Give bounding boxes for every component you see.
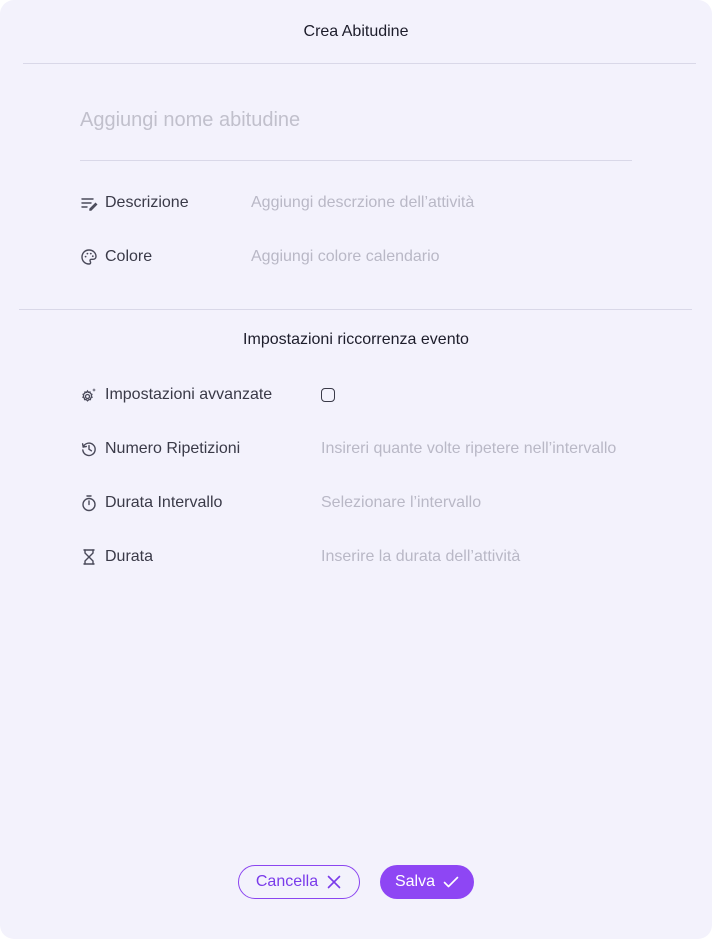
color-label: Colore xyxy=(105,248,153,265)
palette-icon xyxy=(80,248,98,266)
advanced-settings-checkbox[interactable] xyxy=(321,388,335,402)
description-row: Descrizione xyxy=(80,191,631,215)
cancel-button[interactable]: Cancella xyxy=(238,865,360,899)
color-row: Colore xyxy=(80,245,631,269)
edit-lines-icon xyxy=(80,194,98,212)
repetitions-row: Numero Ripetizioni xyxy=(80,437,666,461)
recurrence-section-title: Impostazioni riccorrenza evento xyxy=(243,331,469,348)
advanced-settings-label: Impostazioni avvanzate xyxy=(105,386,273,403)
close-icon xyxy=(327,875,341,889)
habit-name-input[interactable] xyxy=(80,104,632,136)
duration-row: Durata xyxy=(80,545,666,569)
create-habit-dialog: Crea Abitudine Descrizione Colore xyxy=(0,0,712,939)
interval-label: Durata Intervallo xyxy=(105,494,223,511)
checkmark-icon xyxy=(443,876,459,888)
interval-input[interactable] xyxy=(321,491,666,515)
advanced-settings-row: Impostazioni avvanzate xyxy=(80,383,335,407)
hourglass-icon xyxy=(80,548,98,566)
interval-row: Durata Intervallo xyxy=(80,491,666,515)
save-button-label: Salva xyxy=(394,873,436,890)
timer-icon xyxy=(80,494,98,512)
description-input[interactable] xyxy=(251,191,631,215)
cancel-button-label: Cancella xyxy=(255,873,319,890)
gear-sparkle-icon xyxy=(80,386,98,404)
save-button[interactable]: Salva xyxy=(380,865,474,899)
section-divider xyxy=(19,309,692,310)
header-divider xyxy=(23,63,696,64)
history-icon xyxy=(80,440,98,458)
repetitions-input[interactable] xyxy=(321,437,666,461)
name-underline xyxy=(80,160,632,161)
dialog-title: Crea Abitudine xyxy=(303,23,409,40)
duration-label: Durata xyxy=(105,548,154,565)
color-input[interactable] xyxy=(251,245,631,269)
repetitions-label: Numero Ripetizioni xyxy=(105,440,241,457)
description-label: Descrizione xyxy=(105,194,189,211)
duration-input[interactable] xyxy=(321,545,666,569)
